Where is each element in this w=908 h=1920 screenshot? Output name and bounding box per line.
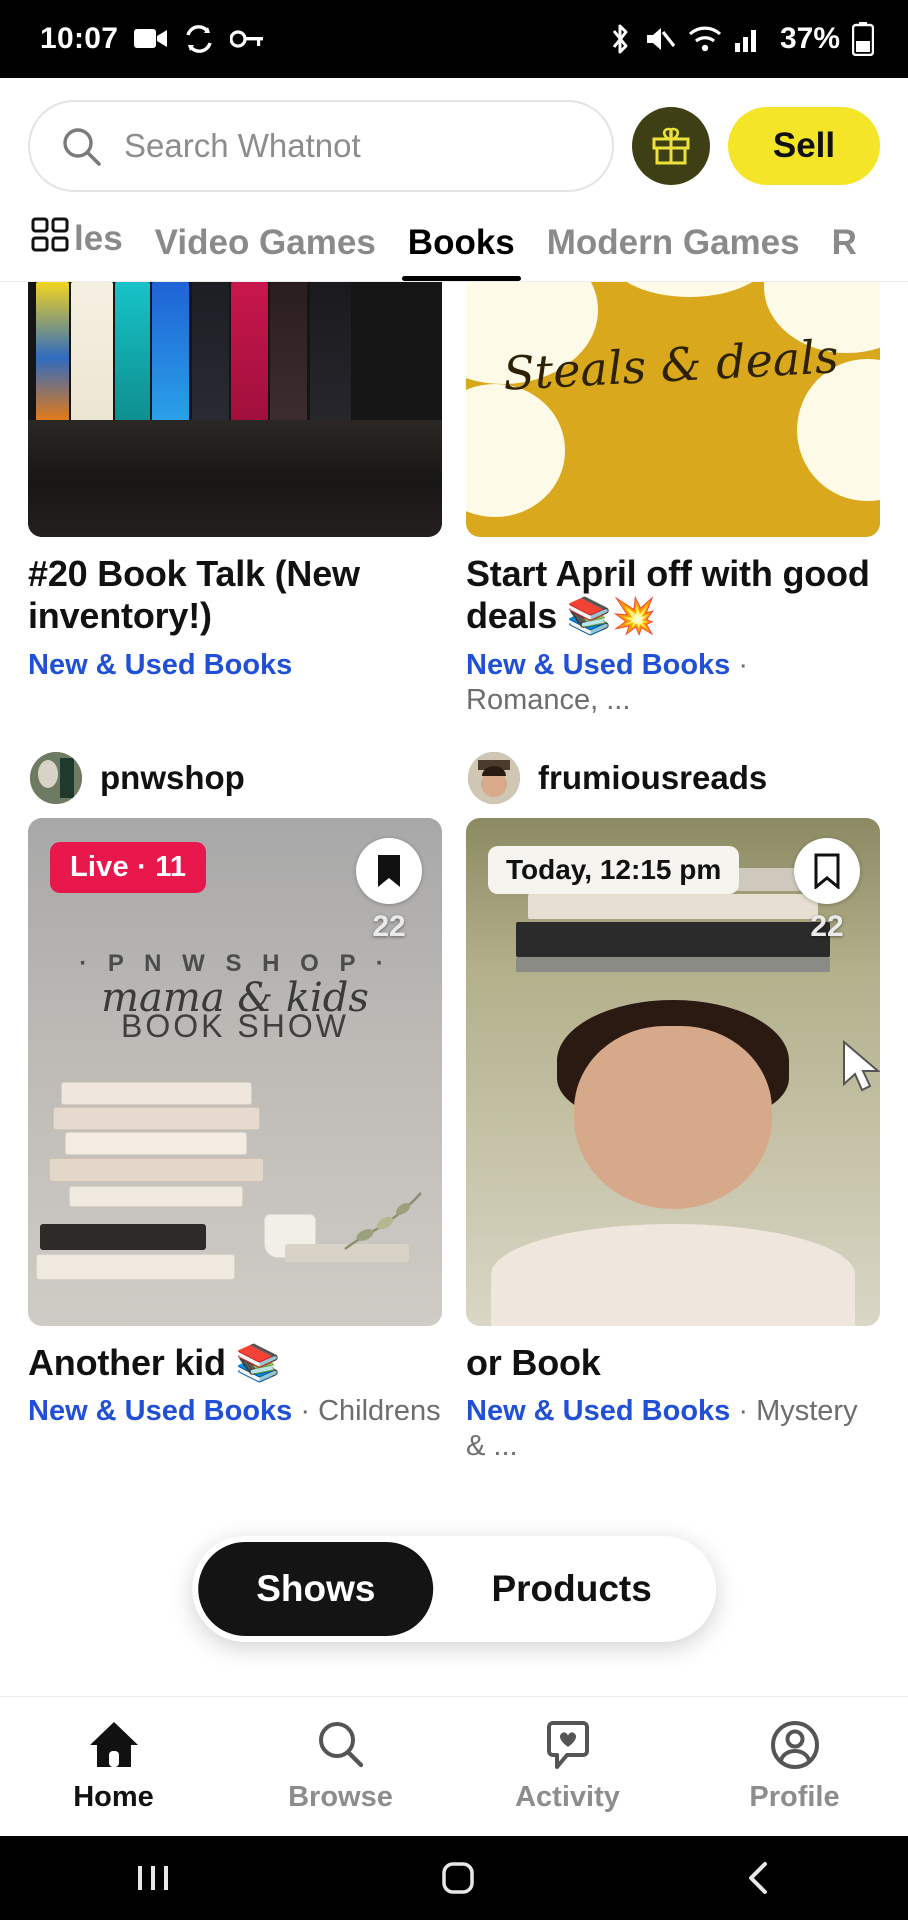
- art-headline-2: BOOK SHOW: [121, 1008, 349, 1045]
- mute-icon: [646, 28, 676, 50]
- nav-activity-label: Activity: [515, 1781, 620, 1813]
- show-card[interactable]: Steals & deals Start April off with good…: [466, 282, 880, 718]
- seller-username[interactable]: frumiousreads: [538, 759, 767, 797]
- tab-video-games[interactable]: Video Games: [139, 223, 392, 281]
- cursor-icon: [843, 1039, 880, 1091]
- show-feed: #20 Book Talk (New inventory!) New & Use…: [0, 282, 908, 1464]
- show-title[interactable]: or Book: [466, 1342, 880, 1384]
- bookmark-icon[interactable]: [794, 837, 860, 904]
- scheduled-time-badge: Today, 12:15 pm: [488, 845, 740, 894]
- show-category[interactable]: New & Used Books: [28, 649, 292, 681]
- show-meta: New & Used Books · Romance, ...: [466, 648, 880, 718]
- shows-products-toggle[interactable]: Shows Products: [192, 1536, 716, 1642]
- system-nav-bar: [0, 1836, 908, 1920]
- show-subcategory: · Childrens: [300, 1395, 441, 1427]
- search-placeholder: Search Whatnot: [124, 127, 361, 164]
- seller-username[interactable]: pnwshop: [100, 759, 245, 797]
- show-card[interactable]: pnwshop · P N W S H O P · mama & kids BO…: [28, 726, 442, 1464]
- status-time: 10:07: [40, 22, 119, 55]
- decor-plant-icon: [344, 1192, 423, 1251]
- seller-row[interactable]: pnwshop: [30, 751, 442, 804]
- show-card[interactable]: #20 Book Talk (New inventory!) New & Use…: [28, 282, 442, 718]
- tab-more[interactable]: R: [816, 223, 873, 281]
- show-title[interactable]: Another kid 📚: [28, 1342, 442, 1384]
- mama-kids-book-show-image: · P N W S H O P · mama & kids BOOK SHOW: [28, 817, 442, 1326]
- tab-shows[interactable]: Shows: [198, 1542, 434, 1636]
- nav-home[interactable]: Home: [0, 1719, 227, 1814]
- bookmark-control[interactable]: 22: [356, 837, 422, 944]
- nav-activity[interactable]: Activity: [454, 1719, 681, 1814]
- steals-and-deals-image: Steals & deals: [466, 282, 880, 537]
- show-thumbnail[interactable]: Today, 12:15 pm 22: [466, 817, 880, 1326]
- bluetooth-icon: [612, 24, 628, 54]
- show-card[interactable]: frumiousreads Today, 12:15 pm 22 or Book…: [466, 726, 880, 1464]
- bookmark-count: 22: [372, 909, 406, 943]
- tab-books[interactable]: Books: [392, 223, 531, 281]
- search-icon: [63, 128, 101, 166]
- bookmark-control[interactable]: 22: [794, 837, 860, 944]
- recents-icon[interactable]: [132, 1861, 174, 1895]
- nav-profile[interactable]: Profile: [681, 1719, 908, 1814]
- cell-signal-icon: [734, 30, 756, 52]
- back-chevron-icon[interactable]: [742, 1859, 776, 1897]
- home-square-icon[interactable]: [439, 1859, 477, 1897]
- bookmark-icon[interactable]: [356, 837, 422, 904]
- bookmark-count: 22: [810, 909, 844, 943]
- show-thumbnail[interactable]: [28, 282, 442, 537]
- battery-icon: [852, 22, 874, 56]
- show-meta: New & Used Books · Mystery & ...: [466, 1394, 880, 1464]
- book-shelf-image: [28, 282, 442, 537]
- show-thumbnail[interactable]: · P N W S H O P · mama & kids BOOK SHOW: [28, 817, 442, 1326]
- art-brand-text: · P N W S H O P ·: [79, 949, 391, 977]
- status-bar-right: 37%: [608, 22, 874, 56]
- show-category[interactable]: New & Used Books: [466, 1395, 730, 1427]
- app-header: Search Whatnot Sell: [0, 78, 908, 202]
- nav-browse-label: Browse: [288, 1781, 393, 1813]
- nav-profile-label: Profile: [749, 1781, 840, 1813]
- wifi-icon: [688, 26, 722, 52]
- sync-icon: [186, 25, 212, 53]
- feed-grid-row-1: #20 Book Talk (New inventory!) New & Use…: [28, 282, 880, 718]
- home-icon: [89, 1722, 138, 1767]
- show-meta: New & Used Books · Childrens: [28, 1394, 442, 1429]
- tab-modern-games[interactable]: Modern Games: [531, 223, 816, 281]
- phone-screen: 10:07: [0, 0, 908, 1920]
- sell-button[interactable]: Sell: [728, 107, 880, 185]
- feed-grid-row-2: pnwshop · P N W S H O P · mama & kids BO…: [28, 726, 880, 1464]
- tab-collectibles[interactable]: les: [74, 215, 139, 281]
- show-meta: New & Used Books: [28, 648, 442, 683]
- seller-video-thumbnail-image: Today, 12:15 pm 22: [466, 817, 880, 1326]
- show-thumbnail[interactable]: Steals & deals: [466, 282, 880, 537]
- heart-bubble-icon: [546, 1721, 589, 1769]
- status-bar-left: 10:07: [40, 22, 264, 56]
- gift-icon: [652, 127, 690, 165]
- bottom-nav: Home Browse Activity Profile: [0, 1696, 908, 1836]
- nav-browse[interactable]: Browse: [227, 1719, 454, 1814]
- person-circle-icon: [770, 1721, 819, 1769]
- live-badge: Live · 11: [50, 841, 207, 893]
- show-category[interactable]: New & Used Books: [28, 1395, 292, 1427]
- category-tabs[interactable]: les Video Games Books Modern Games R: [0, 202, 908, 282]
- avatar[interactable]: [468, 751, 520, 804]
- battery-percent: 37%: [779, 22, 840, 55]
- search-input[interactable]: Search Whatnot: [28, 100, 614, 192]
- gift-button[interactable]: [632, 107, 710, 185]
- show-title[interactable]: Start April off with good deals 📚💥: [466, 553, 880, 638]
- key-icon: [230, 30, 264, 48]
- nav-home-label: Home: [73, 1781, 154, 1813]
- camera-icon: [134, 29, 168, 48]
- avatar[interactable]: [30, 751, 82, 804]
- tab-products[interactable]: Products: [433, 1542, 709, 1636]
- search-icon: [318, 1722, 363, 1768]
- show-category[interactable]: New & Used Books: [466, 649, 730, 681]
- seller-row[interactable]: frumiousreads: [468, 751, 880, 804]
- show-title[interactable]: #20 Book Talk (New inventory!): [28, 553, 442, 638]
- status-bar: 10:07 37%: [0, 0, 908, 78]
